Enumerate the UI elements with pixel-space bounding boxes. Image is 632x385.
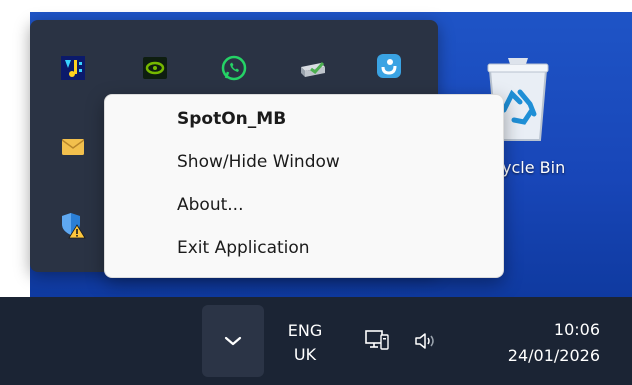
- clock-date: 24/01/2026: [507, 346, 600, 365]
- network-drive-icon[interactable]: [298, 53, 328, 83]
- whatsapp-icon[interactable]: [219, 53, 249, 83]
- menu-item-exit-application[interactable]: Exit Application: [177, 238, 310, 258]
- input-language-indicator[interactable]: ENG UK: [280, 319, 330, 367]
- volume-icon[interactable]: [414, 331, 438, 355]
- clock-time: 10:06: [553, 320, 600, 339]
- taskbar: ENG UK 10:06 24/01/2026: [0, 297, 632, 385]
- keyboard-layout: UK: [293, 345, 317, 364]
- menu-title: SpotOn_MB: [177, 109, 287, 129]
- top-edge: [0, 0, 632, 12]
- network-status-icon[interactable]: [364, 329, 390, 357]
- menu-item-about[interactable]: About...: [177, 195, 243, 215]
- context-menu: SpotOn_MB Show/Hide Window About... Exit…: [104, 94, 504, 278]
- chevron-down-icon: [224, 336, 242, 346]
- spoton-icon[interactable]: [58, 53, 88, 83]
- recycle-bin-label: ycle Bin: [502, 158, 566, 177]
- menu-item-show-hide-window[interactable]: Show/Hide Window: [177, 152, 340, 172]
- clock[interactable]: 10:06 24/01/2026: [508, 317, 600, 369]
- app-blue-icon[interactable]: [374, 51, 404, 81]
- left-edge: [0, 0, 30, 297]
- security-warning-icon[interactable]: [58, 210, 88, 240]
- show-hidden-icons-button[interactable]: [202, 305, 264, 377]
- mail-icon[interactable]: [58, 132, 88, 162]
- nvidia-icon[interactable]: [140, 53, 170, 83]
- language-code: ENG: [287, 321, 323, 340]
